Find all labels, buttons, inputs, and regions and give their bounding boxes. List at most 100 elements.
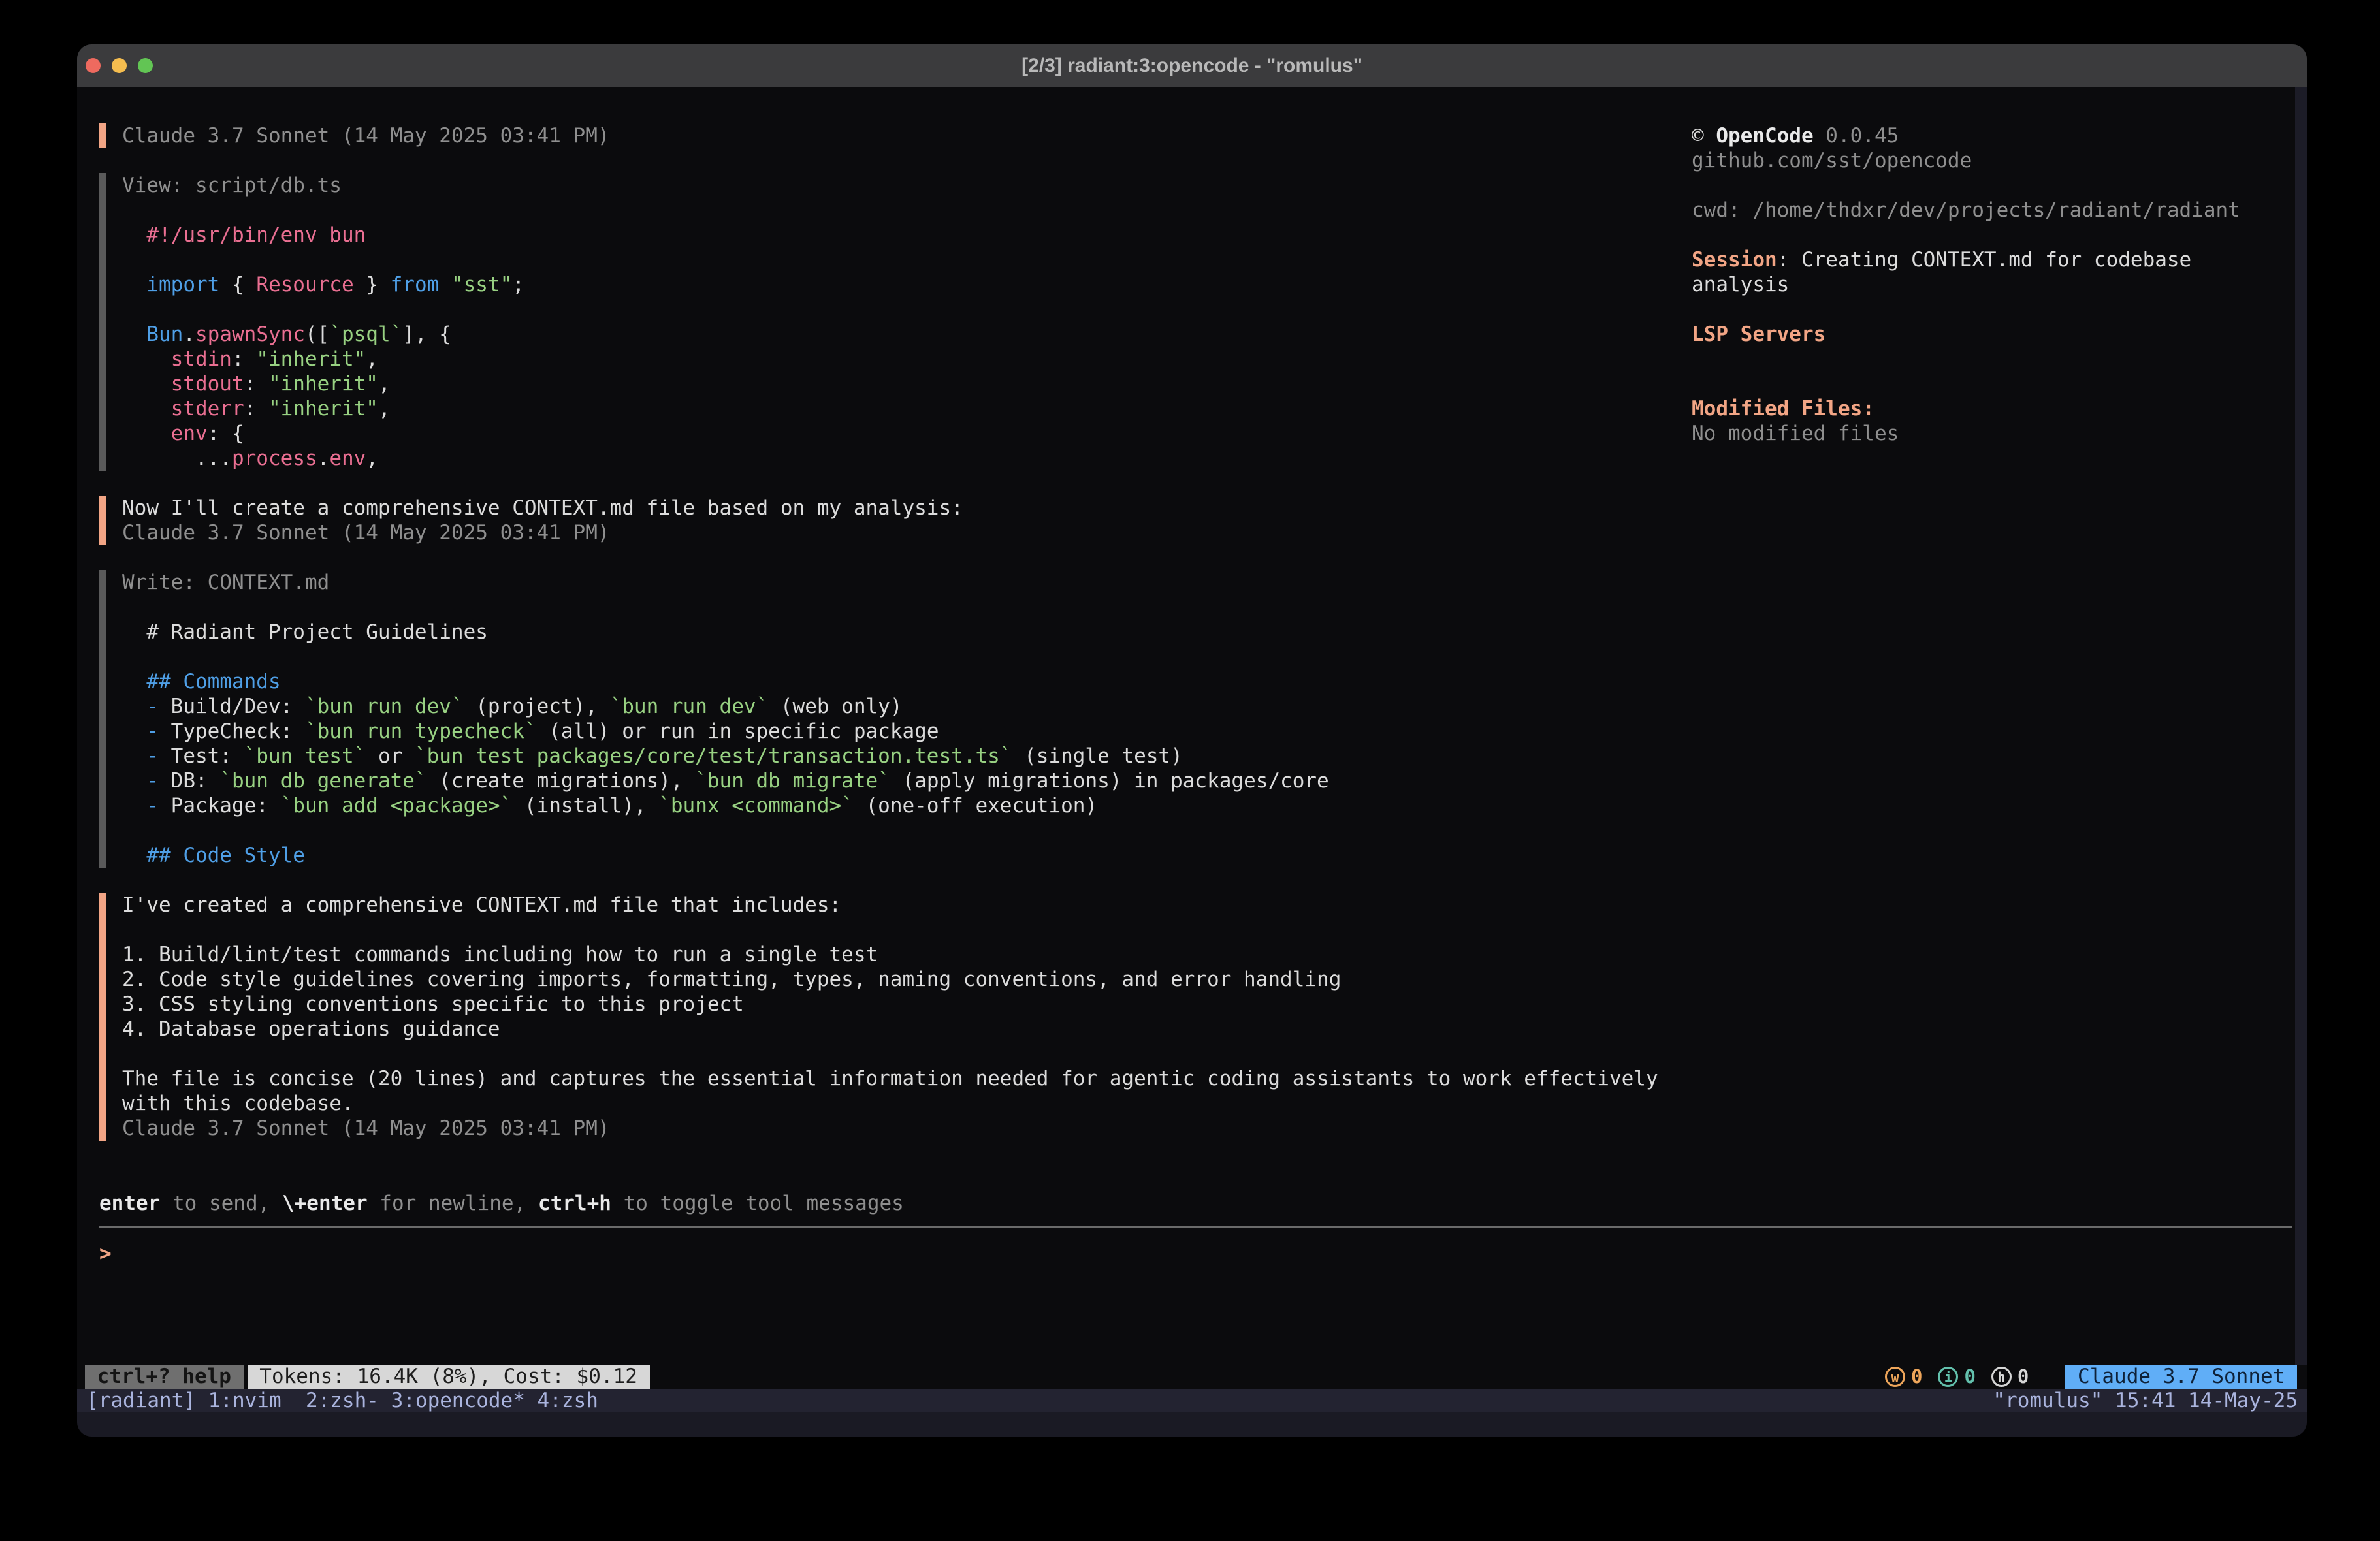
terminal-line [122, 247, 1658, 272]
text-span: LSP Servers [1692, 323, 1825, 346]
terminal-line: 3. CSS styling conventions specific to t… [122, 992, 1658, 1017]
text-span [122, 695, 146, 718]
status-bar-right: w0i0h0 Claude 3.7 Sonnet [1885, 1365, 2297, 1389]
text-span: "sst" [451, 273, 512, 296]
text-span: (web only) [768, 695, 902, 718]
model-chip[interactable]: Claude 3.7 Sonnet [2065, 1365, 2297, 1389]
terminal-line [122, 1041, 1658, 1066]
text-span: Now I'll create a comprehensive CONTEXT.… [122, 496, 963, 520]
text-span [122, 769, 146, 793]
terminal-line: The file is concise (20 lines) and captu… [122, 1066, 1658, 1091]
text-span: ctrl+h [538, 1192, 611, 1215]
zoom-button[interactable] [138, 58, 153, 73]
message-block: Now I'll create a comprehensive CONTEXT.… [99, 496, 1658, 545]
help-shortcut-chip[interactable]: ctrl+? help [85, 1365, 244, 1389]
info-count: 0 [1964, 1365, 1975, 1389]
text-span: 0.0.45 [1814, 124, 1899, 148]
window-title: [2/3] radiant:3:opencode - "romulus" [1021, 44, 1362, 87]
text-span: Package: [171, 794, 281, 818]
text-span: OpenCode [1716, 124, 1813, 148]
text-span: View: script/db.ts [122, 174, 342, 197]
status-bar-left: ctrl+? help Tokens: 16.4K (8%), Cost: $0… [85, 1365, 650, 1389]
text-span: stderr [122, 397, 244, 421]
terminal-pane: Claude 3.7 Sonnet (14 May 2025 03:41 PM)… [77, 87, 2307, 1437]
text-span: - [146, 794, 170, 818]
text-span: import [122, 273, 219, 296]
text-span: (apply migrations) in packages/core [890, 769, 1329, 793]
text-span: from [391, 273, 440, 296]
text-span: (project), [464, 695, 610, 718]
close-button[interactable] [86, 58, 101, 73]
text-span: 1. Build/lint/test commands including ho… [122, 943, 878, 966]
text-span: : Creating CONTEXT.md for codebase [1777, 248, 2192, 272]
terminal-right-gutter [2295, 87, 2307, 1365]
warnings-icon: w [1885, 1367, 1905, 1387]
text-span: "inherit" [268, 372, 378, 396]
terminal-line [122, 917, 1658, 942]
message-block: Write: CONTEXT.md # Radiant Project Guid… [99, 570, 1658, 868]
text-span: "inherit" [256, 347, 366, 371]
text-span: . [317, 447, 330, 470]
tmux-window-list[interactable]: [radiant] 1:nvim 2:zsh- 3:opencode* 4:zs… [86, 1389, 598, 1412]
text-span: : [244, 397, 268, 421]
text-span: github.com/sst/opencode [1692, 149, 1972, 172]
text-span: 2. Code style guidelines covering import… [122, 968, 1341, 991]
session-sidebar: © OpenCode 0.0.45github.com/sst/opencode… [1692, 123, 2240, 446]
text-span: Bun [122, 323, 183, 346]
text-span: } [354, 273, 391, 296]
text-span: `bun db generate` [219, 769, 426, 793]
terminal-line [122, 595, 1658, 620]
warnings-count: 0 [1911, 1365, 1922, 1389]
text-span: `bun db migrate` [695, 769, 890, 793]
tmux-status-bar: [radiant] 1:nvim 2:zsh- 3:opencode* 4:zs… [77, 1389, 2307, 1412]
terminal-line: Claude 3.7 Sonnet (14 May 2025 03:41 PM) [122, 1116, 1658, 1141]
prompt-input[interactable]: > [99, 1241, 112, 1266]
app-window: [2/3] radiant:3:opencode - "romulus" Cla… [77, 44, 2307, 1437]
text-span: Session [1692, 248, 1777, 272]
text-span: Resource [256, 273, 353, 296]
text-span: `bun run dev` [305, 695, 464, 718]
text-span: ## Code Style [122, 844, 305, 867]
terminal-line: - DB: `bun db generate` (create migratio… [122, 769, 1658, 793]
terminal-line: import { Resource } from "sst"; [122, 272, 1658, 297]
text-span: The file is concise (20 lines) and captu… [122, 1067, 1658, 1090]
text-span: cwd: /home/thdxr/dev/projects/radiant/ra… [1692, 199, 2240, 222]
terminal-line: github.com/sst/opencode [1692, 148, 2240, 173]
terminal-line: cwd: /home/thdxr/dev/projects/radiant/ra… [1692, 198, 2240, 223]
text-span: Build/Dev: [171, 695, 305, 718]
terminal-line: Bun.spawnSync([`psql`], { [122, 322, 1658, 347]
terminal-line [1692, 372, 2240, 396]
text-span: for newline, [368, 1192, 538, 1215]
text-span: (install), [512, 794, 658, 818]
text-span: `bun run typecheck` [305, 720, 537, 743]
text-span: enter [99, 1192, 160, 1215]
chat-log: Claude 3.7 Sonnet (14 May 2025 03:41 PM)… [99, 123, 1658, 1166]
tmux-bottom-padding [77, 1412, 2307, 1437]
minimize-button[interactable] [112, 58, 127, 73]
text-span: env [329, 447, 366, 470]
hints-icon: h [1991, 1367, 2012, 1387]
text-span: `bun test packages/core/test/transaction… [415, 744, 1012, 768]
terminal-line [1692, 223, 2240, 247]
text-span: - [146, 720, 170, 743]
info-icon: i [1938, 1367, 1958, 1387]
text-span: or [366, 744, 415, 768]
terminal-line [1692, 347, 2240, 372]
text-span: - [146, 744, 170, 768]
terminal-line: ...process.env, [122, 446, 1658, 471]
terminal-line: stdout: "inherit", [122, 372, 1658, 396]
terminal-line: stdin: "inherit", [122, 347, 1658, 372]
tokens-cost-chip: Tokens: 16.4K (8%), Cost: $0.12 [248, 1365, 650, 1389]
text-span: Test: [171, 744, 244, 768]
diagnostics: w0i0h0 [1885, 1365, 2044, 1389]
terminal-line: # Radiant Project Guidelines [122, 620, 1658, 644]
text-span: I've created a comprehensive CONTEXT.md … [122, 893, 841, 917]
text-span [122, 744, 146, 768]
terminal-line: with this codebase. [122, 1091, 1658, 1116]
status-bar: ctrl+? help Tokens: 16.4K (8%), Cost: $0… [77, 1365, 2297, 1389]
terminal-line [122, 198, 1658, 223]
terminal-line [1692, 173, 2240, 198]
text-span: : [232, 347, 256, 371]
info-indicator: i0 [1938, 1365, 1975, 1389]
text-span: `bun test` [244, 744, 366, 768]
